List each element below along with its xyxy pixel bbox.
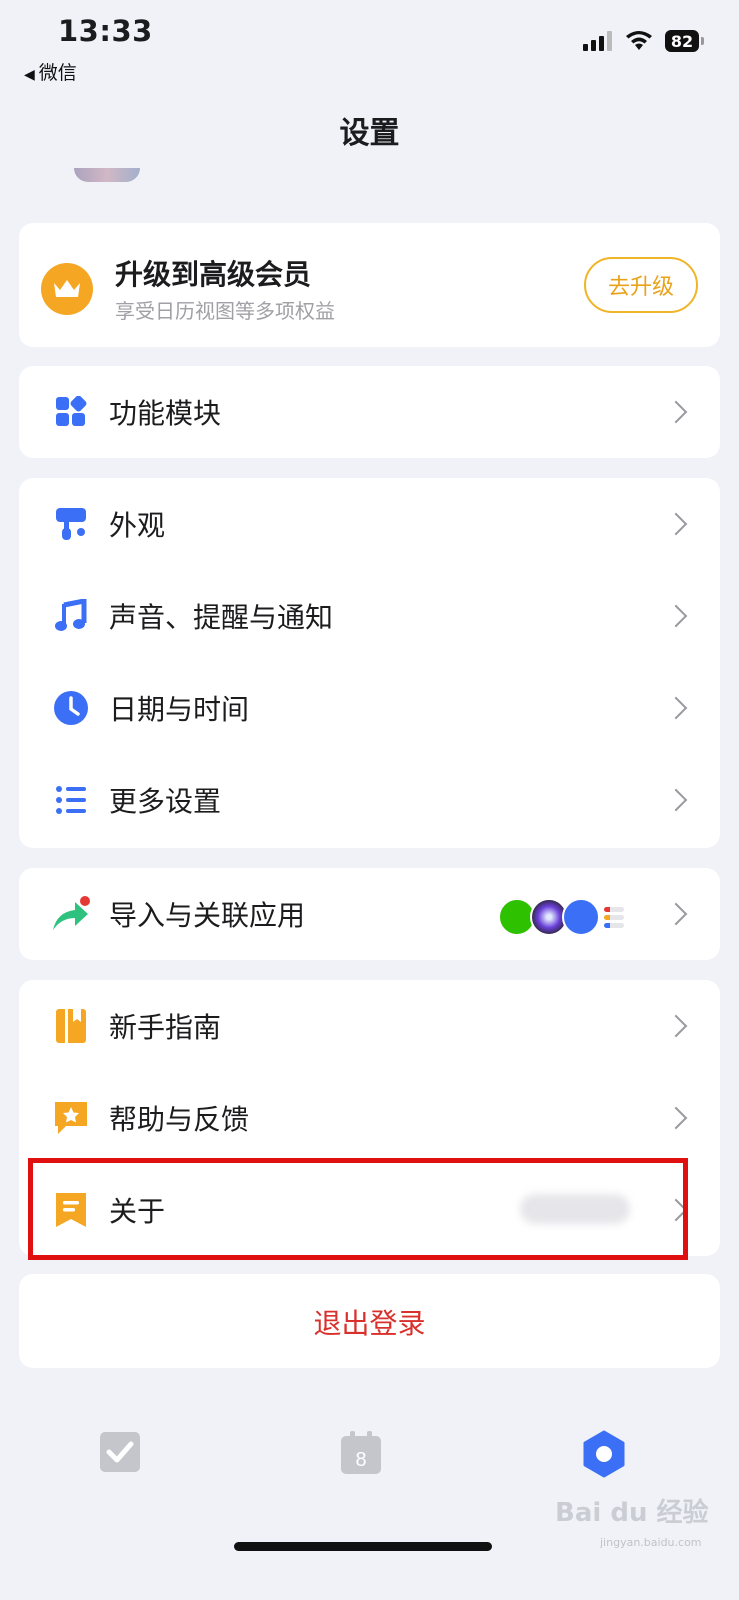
highlight-annotation-box <box>28 1158 688 1260</box>
watermark-logo: Bai du 经验 <box>555 1498 709 1528</box>
calendar-icon <box>562 898 600 936</box>
cellular-signal-icon <box>583 31 612 51</box>
menu-item-sound-notifications[interactable]: 声音、提醒与通知 <box>19 570 720 662</box>
chevron-right-icon <box>664 902 688 926</box>
back-triangle-icon: ◀ <box>24 67 35 83</box>
back-to-app-link[interactable]: ◀ 微信 <box>24 58 77 85</box>
upgrade-button[interactable]: 去升级 <box>584 257 698 313</box>
menu-item-appearance[interactable]: 外观 <box>19 478 720 570</box>
chevron-right-icon <box>664 1014 688 1038</box>
page-title: 设置 <box>339 116 400 151</box>
import-card: 导入与关联应用 <box>19 868 720 960</box>
menu-item-date-time[interactable]: 日期与时间 <box>19 662 720 754</box>
menu-item-import-apps[interactable]: 导入与关联应用 <box>19 868 720 960</box>
book-icon <box>51 1006 91 1046</box>
tab-tasks[interactable] <box>98 1430 148 1480</box>
menu-item-beginner-guide[interactable]: 新手指南 <box>19 980 720 1072</box>
menu-item-label: 更多设置 <box>109 785 222 818</box>
status-bar: 13:33 ◀ 微信 82 <box>0 0 739 90</box>
share-arrow-icon <box>51 894 91 934</box>
calendar-8-icon: 8 <box>341 1431 381 1474</box>
chevron-right-icon <box>664 604 688 628</box>
calendar-day-number: 8 <box>355 1449 366 1471</box>
grid-icon <box>51 392 91 432</box>
menu-item-label: 功能模块 <box>109 397 222 430</box>
chevron-right-icon <box>664 1106 688 1130</box>
menu-item-label: 新手指南 <box>109 1011 222 1044</box>
avatar[interactable] <box>74 168 140 182</box>
checkbox-icon <box>100 1432 140 1472</box>
status-time: 13:33 <box>58 14 153 48</box>
battery-indicator: 82 <box>665 30 704 52</box>
tab-settings[interactable] <box>580 1430 630 1480</box>
logout-label: 退出登录 <box>313 1307 426 1340</box>
menu-item-label: 帮助与反馈 <box>109 1103 250 1136</box>
upgrade-card[interactable]: 升级到高级会员 享受日历视图等多项权益 去升级 <box>19 223 720 347</box>
status-icons: 82 <box>583 30 704 52</box>
chevron-right-icon <box>664 696 688 720</box>
home-indicator <box>234 1542 492 1551</box>
crown-icon <box>41 263 93 315</box>
menu-item-help-feedback[interactable]: 帮助与反馈 <box>19 1072 720 1164</box>
chevron-right-icon <box>664 400 688 424</box>
menu-item-label: 外观 <box>109 509 166 542</box>
tab-calendar[interactable]: 8 <box>338 1430 388 1480</box>
menu-item-label: 导入与关联应用 <box>109 899 306 932</box>
menu-item-more-settings[interactable]: 更多设置 <box>19 754 720 846</box>
feedback-icon <box>51 1098 91 1138</box>
upgrade-title: 升级到高级会员 <box>115 258 312 291</box>
modules-card: 功能模块 <box>19 366 720 458</box>
hexagon-settings-icon <box>583 1430 625 1478</box>
paint-roller-icon <box>51 504 91 544</box>
menu-item-label: 日期与时间 <box>109 693 250 726</box>
menu-item-label: 声音、提醒与通知 <box>109 601 334 634</box>
back-app-label: 微信 <box>38 62 77 84</box>
clock-icon <box>51 688 91 728</box>
upgrade-subtitle: 享受日历视图等多项权益 <box>115 299 335 323</box>
chevron-right-icon <box>664 788 688 812</box>
reminders-icon <box>604 906 624 928</box>
music-note-icon <box>51 596 91 636</box>
settings-group-card: 外观 声音、提醒与通知 日期与时间 更多设置 <box>19 478 720 848</box>
logout-button[interactable]: 退出登录 <box>19 1274 720 1368</box>
wifi-icon <box>626 31 652 50</box>
watermark-url: jingyan.baidu.com <box>600 1536 702 1549</box>
menu-item-modules[interactable]: 功能模块 <box>19 366 720 458</box>
list-settings-icon <box>51 780 91 820</box>
linked-apps <box>498 898 624 936</box>
chevron-right-icon <box>664 512 688 536</box>
